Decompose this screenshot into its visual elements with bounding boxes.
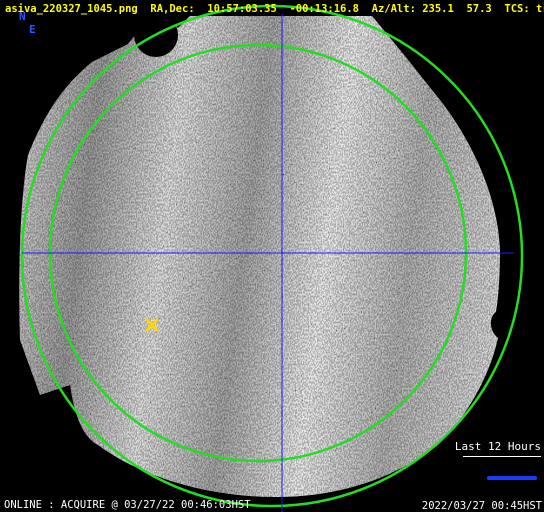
east-compass-label: E xyxy=(29,23,36,36)
status-line: ONLINE : ACQUIRE @ 03/27/22 00:46:03HST xyxy=(4,499,251,511)
legend-label: Last 12 Hours xyxy=(454,440,541,453)
telescope-info-header: asiva_220327_1045.png RA,Dec: 10:57:03.3… xyxy=(5,3,544,15)
track-legend-swatch xyxy=(487,476,537,480)
all-sky-image xyxy=(0,0,544,512)
all-sky-viewer: asiva_220327_1045.png RA,Dec: 10:57:03.3… xyxy=(0,0,544,512)
legend-divider xyxy=(463,456,541,457)
north-compass-label: N xyxy=(19,10,26,23)
image-timestamp: 2022/03/27 00:45HST xyxy=(421,500,542,512)
